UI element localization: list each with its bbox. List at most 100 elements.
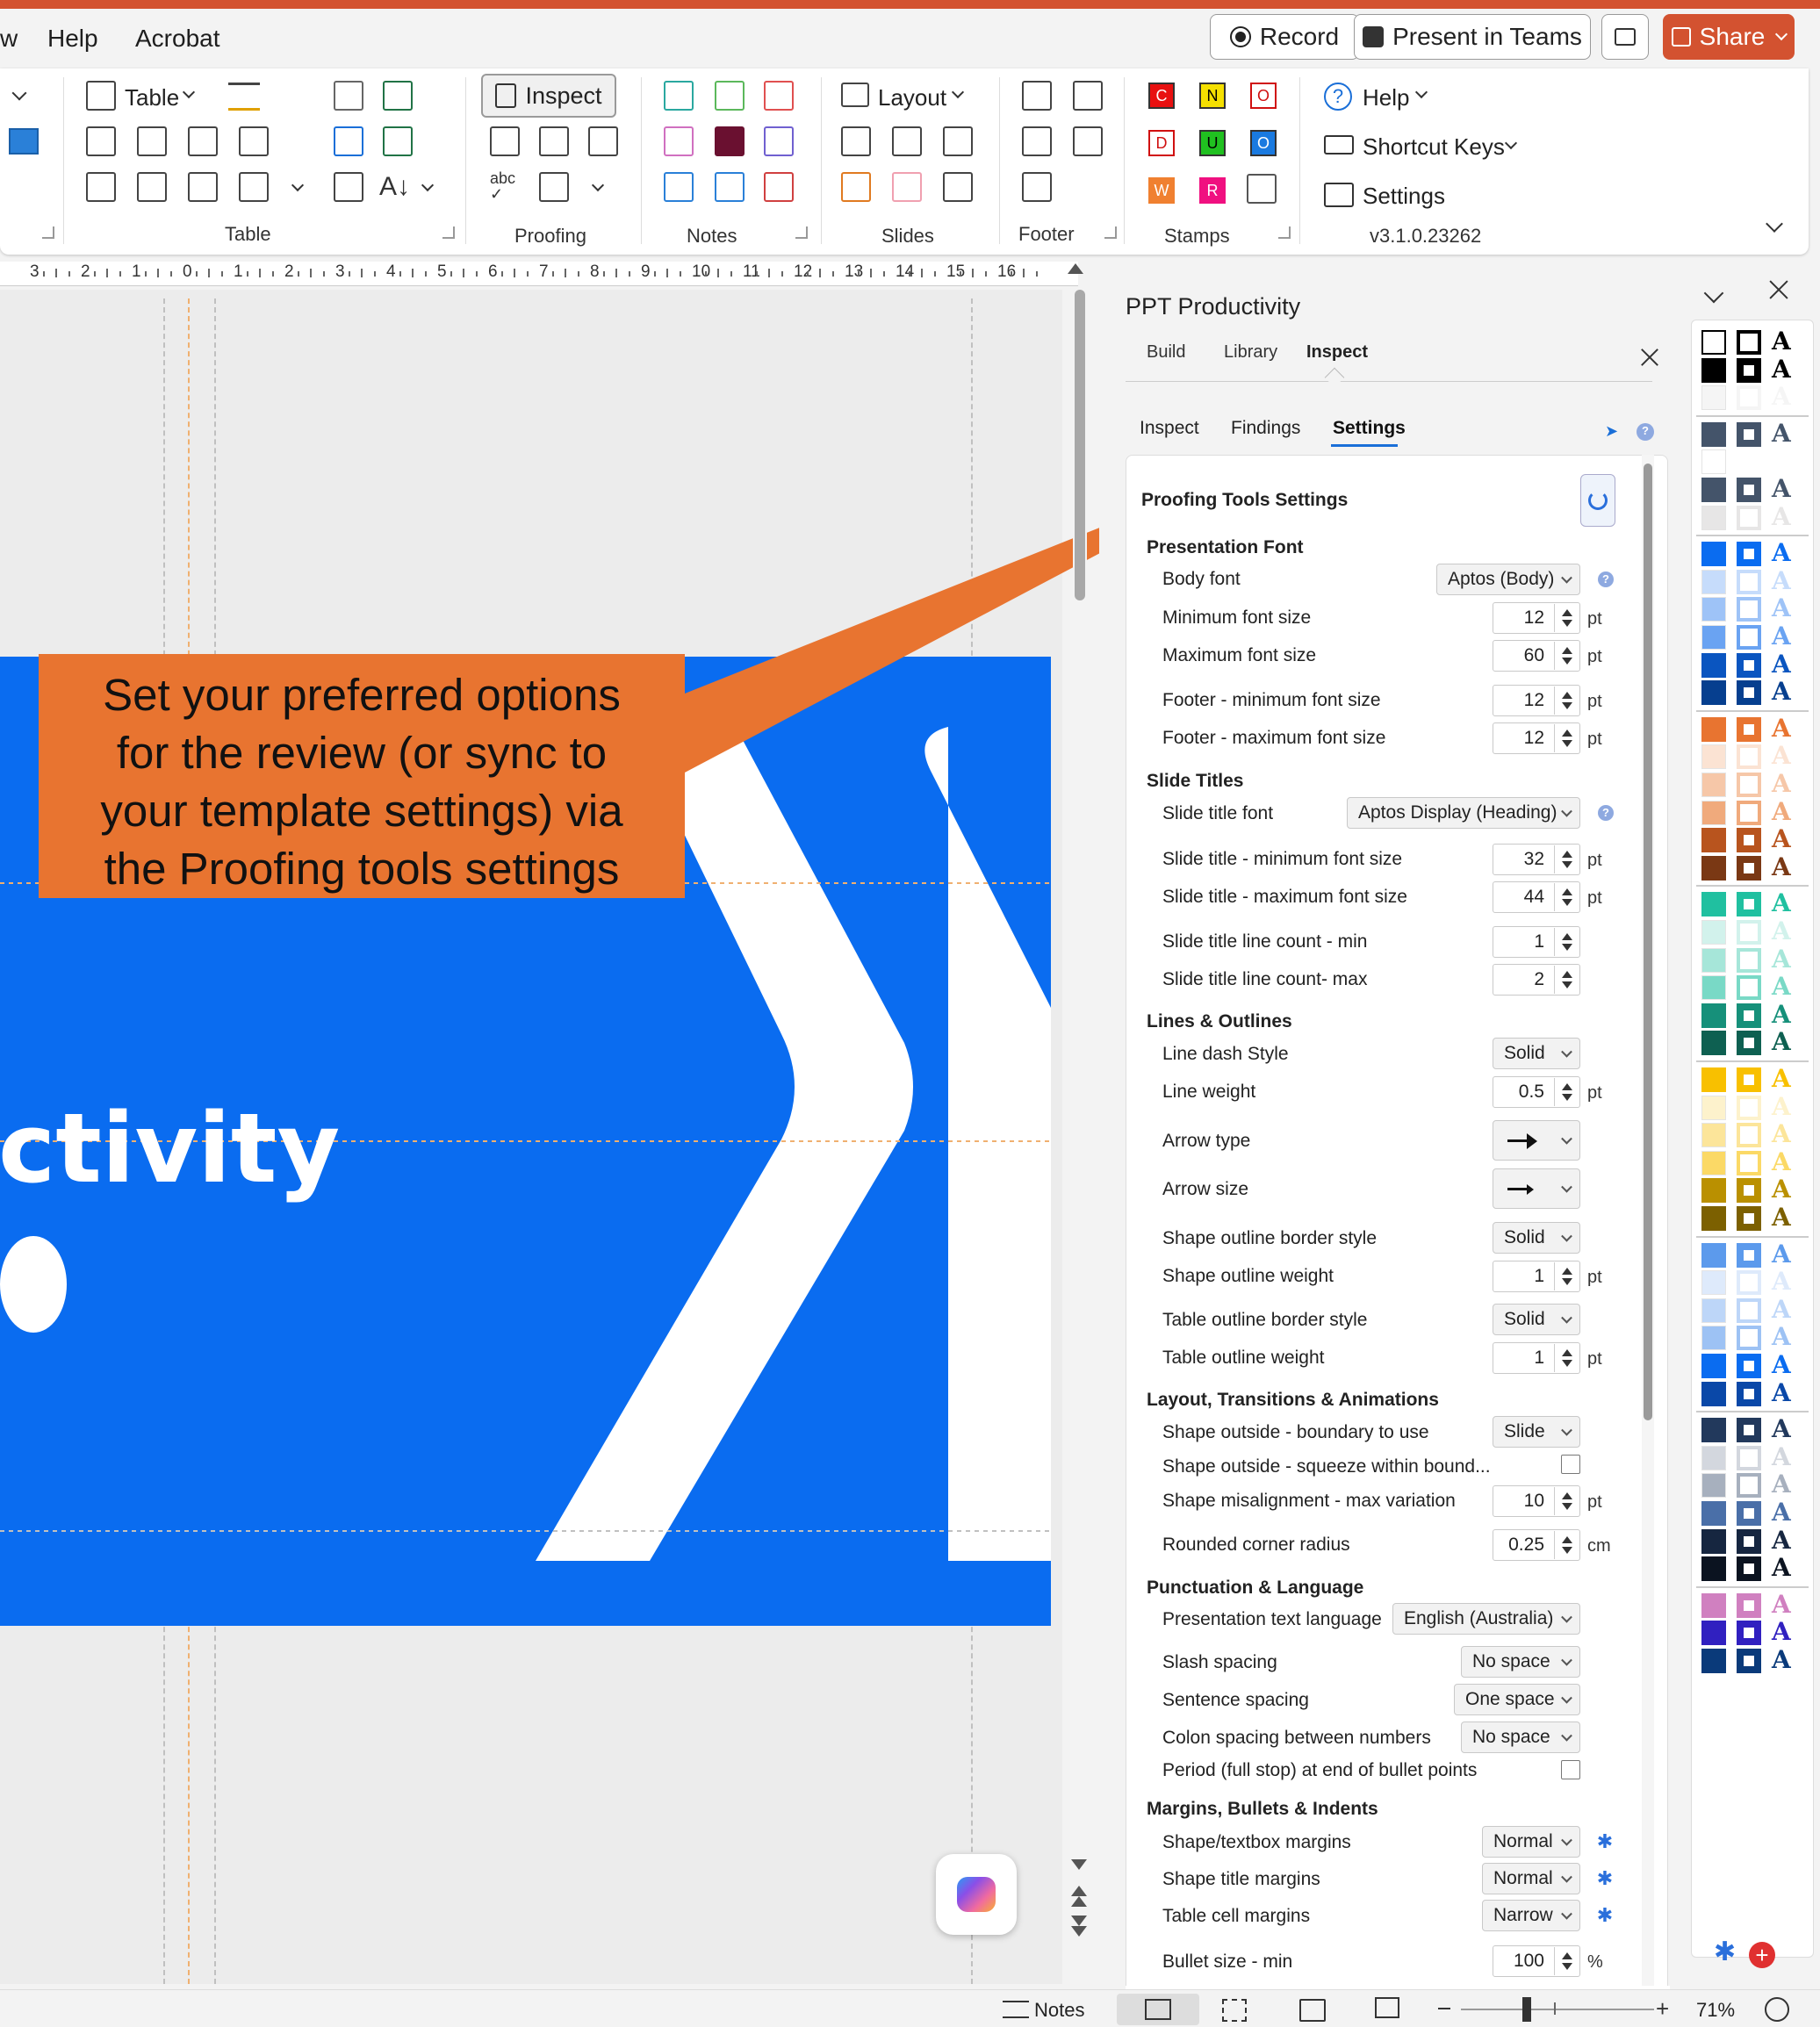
swatch-row[interactable]: A [1701,743,1807,770]
swatch-row[interactable]: A [1701,1121,1807,1148]
menu-tab-view-partial[interactable]: w [0,25,18,53]
notes-button[interactable]: Notes [1034,1999,1084,2022]
boundary-select[interactable]: Slide [1493,1416,1580,1448]
swatch-row[interactable]: A [1701,651,1807,678]
slash-spacing-select[interactable]: No space [1461,1646,1580,1678]
footer-resize-icon[interactable] [1073,126,1103,156]
note-icon[interactable] [664,81,694,111]
period-bullet-checkbox[interactable] [1561,1760,1580,1779]
note-sync-icon[interactable] [715,172,745,202]
stamp-w[interactable]: W [1148,177,1175,204]
slide-export-icon[interactable] [841,172,871,202]
zoom-slider-thumb[interactable] [1522,1997,1531,2022]
swatch-row[interactable]: A [1701,1324,1807,1351]
scroll-up-icon[interactable] [1068,263,1083,277]
stamp-o-blue[interactable]: O [1250,130,1277,156]
spinner[interactable] [1554,1262,1579,1290]
pane-tab-build[interactable]: Build [1147,342,1185,363]
swatch-row[interactable]: A [1701,1269,1807,1296]
fit-slide-icon[interactable] [1765,1997,1789,2022]
close-pane-icon[interactable] [1640,348,1659,367]
swatch-row[interactable]: A [1701,853,1807,881]
slide-scrollbar[interactable] [1073,290,1087,1984]
excel-link-icon[interactable] [383,126,413,156]
shape-outline-weight-input[interactable]: 1 [1493,1261,1580,1292]
spinner[interactable] [1554,883,1579,911]
chevron-down-icon[interactable] [291,178,305,192]
max-font-size-input[interactable]: 60 [1493,640,1580,672]
note-red-icon[interactable] [764,81,794,111]
spelling-icon[interactable]: abc ✓ [490,170,520,204]
footer-text-icon[interactable] [1022,81,1052,111]
line-weight-input[interactable]: 0.5 [1493,1076,1580,1108]
stamp-n[interactable]: N [1199,83,1226,109]
dialog-launcher-icon[interactable] [42,226,54,239]
body-font-select[interactable]: Aptos (Body) [1436,564,1580,595]
footer-search-icon[interactable] [1022,126,1052,156]
swatch-row[interactable]: A [1701,1555,1807,1582]
swatch-row[interactable]: A [1701,1148,1807,1175]
swatch-row[interactable]: A [1701,826,1807,853]
swatch-row[interactable]: A [1701,448,1807,475]
swatch-row[interactable]: A [1701,623,1807,650]
zoom-out-icon[interactable] [1438,2008,1450,2009]
misalignment-input[interactable]: 10 [1493,1485,1580,1517]
normal-view-button[interactable] [1117,1994,1199,2025]
slide-title-min-input[interactable]: 32 [1493,844,1580,875]
zoom-in-icon[interactable]: + [1656,1995,1669,2023]
zoom-slider[interactable] [1461,2009,1654,2010]
slide-title-font-select[interactable]: Aptos Display (Heading) [1347,797,1580,829]
table-outline-weight-input[interactable]: 1 [1493,1342,1580,1374]
swatch-row[interactable]: A [1701,945,1807,973]
table-margins-select[interactable]: Narrow [1482,1900,1580,1931]
swatch-row[interactable]: A [1701,974,1807,1001]
spinner[interactable] [1554,1487,1579,1515]
crop-icon[interactable] [490,126,520,156]
spinner[interactable] [1554,724,1579,752]
chevron-down-icon[interactable] [1703,283,1724,304]
add-icon[interactable]: + [1749,1942,1775,1968]
next-slide-icon[interactable] [1071,1916,1087,1940]
gear-icon[interactable]: ✱ [1714,1939,1736,1966]
table-format-icon[interactable] [228,83,260,111]
line-count-min-input[interactable]: 1 [1493,926,1580,958]
stamp-o[interactable]: O [1250,83,1277,109]
help-icon[interactable]: ? [1324,83,1352,111]
spinner[interactable] [1554,686,1579,715]
squeeze-checkbox[interactable] [1561,1455,1580,1474]
stamp-u[interactable]: U [1199,130,1226,156]
link-check-icon[interactable] [539,172,569,202]
swatch-row[interactable]: A [1701,384,1807,411]
swatch-row[interactable]: A [1701,476,1807,502]
spinner[interactable] [1554,1531,1579,1559]
arrow-size-select[interactable] [1493,1168,1580,1209]
spinner[interactable] [1554,845,1579,873]
gear-icon[interactable]: ✱ [1596,1906,1614,1925]
swatch-row[interactable]: A [1701,420,1807,447]
swatch-row[interactable]: A [1701,1029,1807,1056]
language-icon[interactable] [588,126,618,156]
zoom-level[interactable]: 71% [1696,1999,1735,2022]
slideshow-icon[interactable] [1375,1997,1399,2018]
pane-scrollbar[interactable] [1642,455,1654,1986]
swatch-row[interactable]: A [1701,890,1807,917]
present-in-teams-button[interactable]: Present in Teams [1354,14,1591,60]
note-delete-icon[interactable] [764,172,794,202]
swatch-row[interactable]: A [1701,1379,1807,1406]
note-pink-icon[interactable] [664,126,694,156]
chevron-down-icon[interactable] [591,178,605,192]
slide-doc-icon[interactable] [841,126,871,156]
slide-title-max-input[interactable]: 44 [1493,881,1580,913]
reading-view-icon[interactable] [1299,1999,1326,2022]
settings-button[interactable]: Settings [1363,183,1445,210]
table-layout-icon[interactable] [137,172,167,202]
swatch-row[interactable]: A [1701,1527,1807,1554]
dialog-launcher-icon[interactable] [1278,226,1291,239]
slide-number-icon[interactable] [1022,172,1052,202]
collapse-ribbon-icon[interactable] [1766,215,1783,233]
subtab-settings[interactable]: Settings [1333,418,1406,439]
table-button-label[interactable]: Table [125,84,179,111]
comments-button[interactable] [1601,14,1649,60]
remove-stamps-icon[interactable] [1247,174,1277,204]
sync-settings-button[interactable] [1580,474,1615,527]
